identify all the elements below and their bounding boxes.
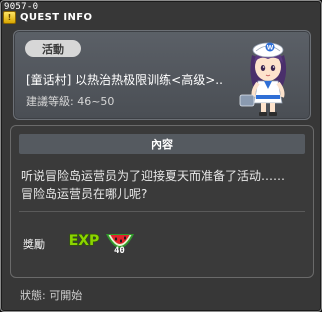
item-count: 40: [114, 246, 125, 256]
window-title: QUEST INFO: [20, 12, 93, 23]
divider: [19, 211, 305, 212]
exp-text: EXP: [69, 233, 100, 249]
description-line: 冒险岛运营员在哪儿呢?: [21, 187, 148, 201]
quest-book-icon: !: [3, 11, 16, 24]
quest-info-window: 9057-0 ! QUEST INFO 活動 [童话村] 以热治热极限训练<高级…: [0, 0, 322, 312]
description-line: 听说冒险岛运营员为了迎接夏天而准备了活动……: [21, 169, 286, 183]
svg-text:W: W: [267, 45, 274, 52]
quest-summary-panel: 活動 [童话村] 以热治热极限训练<高级>.. 建議等級: 46~50 W: [13, 30, 311, 120]
npc-portrait: W: [239, 42, 287, 116]
quest-description: 听说冒险岛运营员为了迎接夏天而准备了活动…… 冒险岛运营员在哪儿呢?: [21, 167, 305, 203]
quest-name: [童话村] 以热治热极限训练<高级>..: [26, 73, 223, 87]
content-header: 內容: [19, 134, 305, 154]
quest-type-badge: 活動: [25, 40, 81, 57]
recommended-level: 建議等級: 46~50: [26, 95, 115, 108]
quest-status: 狀態: 可開始: [20, 289, 83, 302]
exp-reward-icon[interactable]: EXP: [67, 226, 101, 254]
title-bar[interactable]: ! QUEST INFO: [3, 11, 92, 24]
content-panel: 內容 听说冒险岛运营员为了迎接夏天而准备了活动…… 冒险岛运营员在哪儿呢? 獎勵…: [10, 125, 314, 278]
reward-label: 獎勵: [23, 238, 45, 251]
